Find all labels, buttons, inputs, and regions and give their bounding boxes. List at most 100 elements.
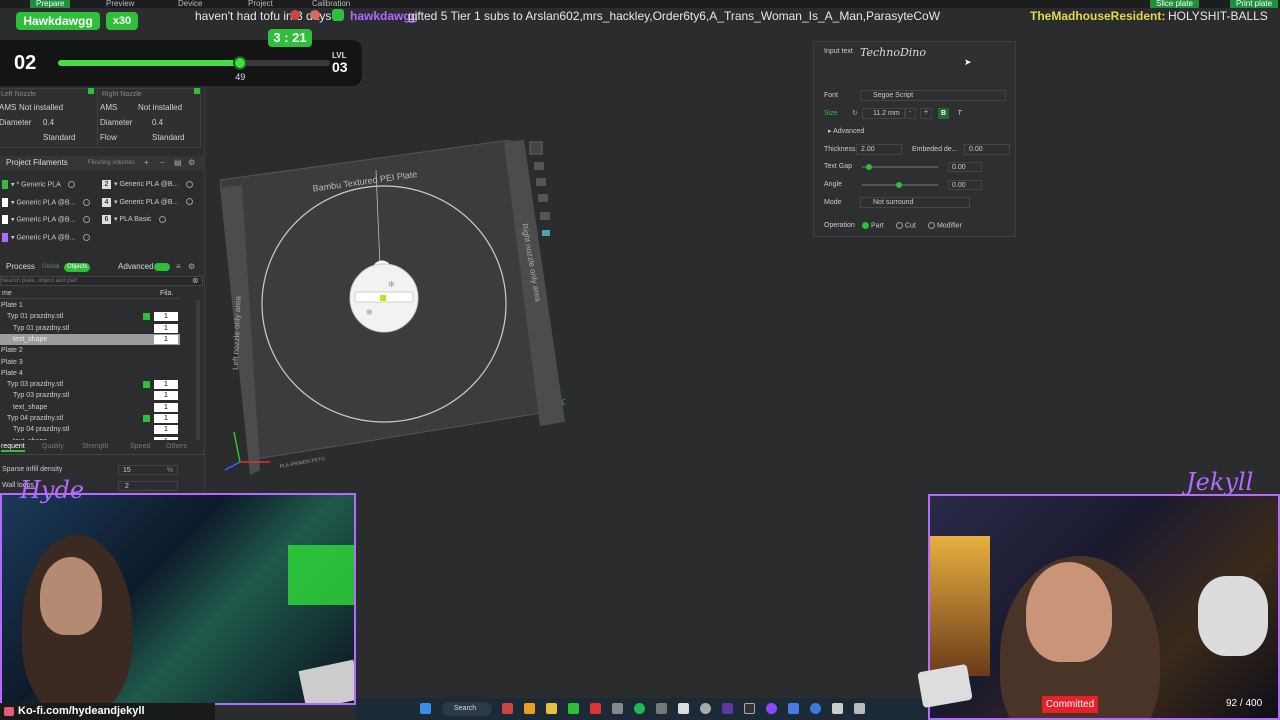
tree-item[interactable]: text_shape 1 xyxy=(0,402,180,413)
slider-knob[interactable] xyxy=(896,182,902,188)
app-icon[interactable] xyxy=(612,703,623,714)
settings-icon[interactable]: ⚙ xyxy=(188,260,195,274)
reset-size-icon[interactable]: ↻ xyxy=(852,109,858,117)
filament-item[interactable]: 2 ▾ Generic PLA @B... xyxy=(102,180,194,189)
tree-item[interactable]: Typ 01 prazdny.stl 1 xyxy=(0,311,180,322)
tree-scrollbar[interactable] xyxy=(196,300,200,440)
visibility-check-icon[interactable] xyxy=(143,313,150,321)
start-icon[interactable] xyxy=(420,703,431,714)
infill-density-input[interactable]: 15 % xyxy=(118,465,178,475)
process-tab[interactable]: Strength xyxy=(82,443,108,450)
view-tool-icon[interactable] xyxy=(540,212,550,220)
wall-loops-input[interactable]: 2 xyxy=(118,481,178,491)
build-plate-view[interactable]: Bambu Textured PEI Plate Left nozzle onl… xyxy=(220,140,565,480)
size-decrease-button[interactable]: - xyxy=(904,108,916,119)
tree-item[interactable]: text_shape 1 xyxy=(0,436,180,440)
process-tab[interactable]: requent xyxy=(1,443,25,452)
thickness-input[interactable]: 2.00 xyxy=(856,144,902,155)
italic-button[interactable]: T xyxy=(954,108,965,119)
font-select[interactable]: Segoe Script xyxy=(860,90,1006,101)
filament-index-box[interactable]: 1 xyxy=(154,402,178,412)
filament-index-box[interactable]: 1 xyxy=(154,425,178,435)
browser-icon[interactable] xyxy=(524,703,535,714)
view-tool-icon[interactable] xyxy=(536,178,546,186)
folder-icon[interactable] xyxy=(546,703,557,714)
filament-index-box[interactable]: 1 xyxy=(154,380,178,390)
print-plate-button[interactable]: Print plate xyxy=(1230,0,1279,8)
objects-toggle[interactable]: Objects xyxy=(64,263,91,272)
close-icon[interactable] xyxy=(529,141,543,155)
app-icon[interactable] xyxy=(590,703,601,714)
advanced-expander[interactable]: ▸ Advanced xyxy=(828,127,864,135)
tree-item[interactable]: text_shape 1 xyxy=(0,333,180,345)
tree-item[interactable]: Plate 3 xyxy=(0,357,180,368)
tree-item[interactable]: Typ 04 prazdny.stl 1 xyxy=(0,424,180,435)
visibility-check-icon[interactable] xyxy=(143,381,150,389)
app-icon[interactable] xyxy=(502,703,513,714)
kofi-banner[interactable]: Ko-fi.com/hydeandjekyll xyxy=(0,703,215,720)
size-input[interactable]: 11.2 mm xyxy=(862,108,906,119)
tree-item[interactable]: Plate 2 xyxy=(0,345,180,356)
text-gap-slider[interactable] xyxy=(862,164,938,170)
slice-plate-button[interactable]: Slice plate xyxy=(1150,0,1199,8)
tab-calibration[interactable]: Calibration xyxy=(312,0,350,8)
filament-item[interactable]: ▾ Generic PLA @B... xyxy=(2,197,91,207)
app-icon[interactable] xyxy=(832,703,843,714)
process-tab[interactable]: Speed xyxy=(130,443,150,450)
filament-option-icon[interactable] xyxy=(83,216,91,223)
filament-index-box[interactable]: 1 xyxy=(154,334,178,344)
view-tool-icon[interactable] xyxy=(542,230,550,236)
compare-icon[interactable]: ≡ xyxy=(176,260,181,274)
filament-option-icon[interactable] xyxy=(186,180,194,188)
tree-item[interactable]: Plate 4 xyxy=(0,368,180,379)
tree-item[interactable]: Typ 03 prazdny.stl 1 xyxy=(0,379,180,390)
bambu-studio-icon[interactable] xyxy=(568,703,579,714)
filament-index-box[interactable]: 1 xyxy=(154,391,178,401)
object-search-input[interactable] xyxy=(0,276,203,286)
filament-option-icon[interactable] xyxy=(83,198,91,206)
app-icon[interactable] xyxy=(678,703,689,714)
global-toggle[interactable]: Global xyxy=(42,260,59,274)
add-filament-icon[interactable]: + xyxy=(144,156,149,170)
clear-search-icon[interactable]: ⊗ xyxy=(192,276,199,285)
flow-select[interactable]: Standard xyxy=(43,130,75,145)
op-part-radio[interactable]: Part xyxy=(862,222,884,229)
filament-item[interactable]: 4 ▾ Generic PLA @B... xyxy=(102,197,194,207)
twitch-icon[interactable] xyxy=(766,703,777,714)
angle-slider[interactable] xyxy=(862,182,938,188)
taskbar-search[interactable]: Search xyxy=(442,702,492,716)
app-icon[interactable] xyxy=(656,703,667,714)
flushing-volumes-button[interactable]: Flushing volumes xyxy=(88,156,135,170)
view-tool-icon[interactable] xyxy=(538,194,548,202)
visibility-check-icon[interactable] xyxy=(143,415,150,422)
kofi-link[interactable]: Ko-fi.com/hydeandjekyll xyxy=(18,705,145,717)
filament-option-icon[interactable] xyxy=(186,198,194,206)
filament-index-box[interactable]: 1 xyxy=(154,436,178,440)
app-icon[interactable] xyxy=(722,703,733,714)
tab-prepare[interactable]: Prepare xyxy=(30,0,71,8)
filament-item[interactable]: ▾ Generic PLA @B... xyxy=(2,215,91,224)
tree-item[interactable]: Typ 01 prazdny.stl 1 xyxy=(0,323,180,334)
flow-select[interactable]: Standard xyxy=(152,130,184,145)
filament-index-box[interactable]: 1 xyxy=(154,323,178,333)
filament-index-box[interactable]: 1 xyxy=(154,312,178,322)
filament-item[interactable]: ▾ Generic PLA @B... xyxy=(2,232,91,242)
process-tab[interactable]: Others xyxy=(166,443,187,450)
slider-knob[interactable] xyxy=(866,164,872,170)
size-increase-button[interactable]: + xyxy=(920,108,932,119)
diameter-select[interactable]: 0.4 xyxy=(43,115,54,130)
spotify-icon[interactable] xyxy=(634,703,645,714)
obs-icon[interactable] xyxy=(700,703,711,714)
tab-device[interactable]: Device xyxy=(178,0,202,8)
process-tab[interactable]: Quality xyxy=(42,443,64,450)
filament-option-icon[interactable] xyxy=(68,181,76,188)
settings-icon[interactable]: ⚙ xyxy=(188,156,195,170)
embedded-depth-input[interactable]: 0.00 xyxy=(964,144,1010,155)
filament-item[interactable]: 6 ▾ PLA Basic xyxy=(102,215,167,224)
op-cut-radio[interactable]: Cut xyxy=(896,222,916,229)
view-tool-icon[interactable] xyxy=(534,162,544,170)
angle-input[interactable]: 0.00 xyxy=(948,180,982,190)
app-icon[interactable] xyxy=(810,703,821,714)
text-gap-input[interactable]: 0.00 xyxy=(948,162,982,172)
app-icon[interactable] xyxy=(788,703,799,714)
